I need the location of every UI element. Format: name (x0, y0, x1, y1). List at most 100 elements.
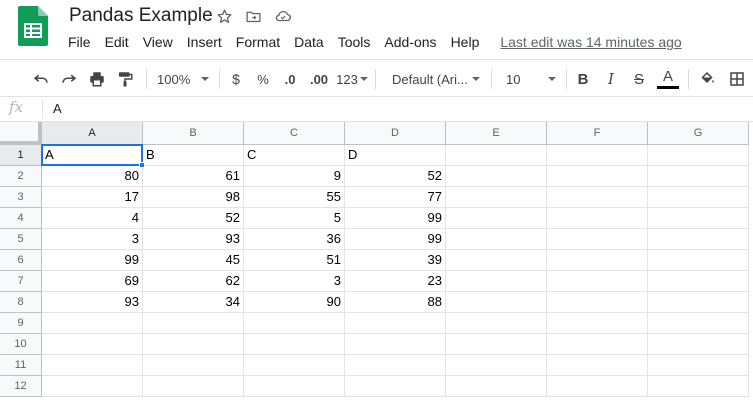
cell-d3[interactable]: 77 (345, 187, 446, 208)
decrease-decimal-button[interactable]: .0 (279, 60, 301, 98)
cell-g2[interactable] (648, 166, 749, 187)
cell-f10[interactable] (547, 334, 648, 355)
cell-b9[interactable] (143, 313, 244, 334)
move-folder-icon[interactable] (244, 7, 262, 25)
cell-e12[interactable] (446, 376, 547, 397)
cell-d8[interactable]: 88 (345, 292, 446, 313)
cell-c11[interactable] (244, 355, 345, 376)
cell-f2[interactable] (547, 166, 648, 187)
cell-e9[interactable] (446, 313, 547, 334)
row-header-3[interactable]: 3 (0, 187, 42, 208)
menu-file[interactable]: File (61, 31, 98, 53)
star-icon[interactable] (215, 7, 233, 25)
row-header-12[interactable]: 12 (0, 376, 42, 397)
menu-format[interactable]: Format (229, 31, 287, 53)
cell-f7[interactable] (547, 271, 648, 292)
cell-g12[interactable] (648, 376, 749, 397)
cell-c3[interactable]: 55 (244, 187, 345, 208)
cell-f9[interactable] (547, 313, 648, 334)
cell-g5[interactable] (648, 229, 749, 250)
row-header-6[interactable]: 6 (0, 250, 42, 271)
menu-data[interactable]: Data (287, 31, 331, 53)
document-title[interactable]: Pandas Example (69, 4, 213, 28)
cell-e1[interactable] (446, 145, 547, 166)
cell-a2[interactable]: 80 (42, 166, 143, 187)
cell-b1[interactable]: B (143, 145, 244, 166)
cell-d11[interactable] (345, 355, 446, 376)
cell-c7[interactable]: 3 (244, 271, 345, 292)
cell-c5[interactable]: 36 (244, 229, 345, 250)
cell-a4[interactable]: 4 (42, 208, 143, 229)
cell-b8[interactable]: 34 (143, 292, 244, 313)
menu-tools[interactable]: Tools (331, 31, 378, 53)
cell-f5[interactable] (547, 229, 648, 250)
cell-b7[interactable]: 62 (143, 271, 244, 292)
cell-a9[interactable] (42, 313, 143, 334)
cell-d7[interactable]: 23 (345, 271, 446, 292)
column-header-g[interactable]: G (648, 122, 749, 145)
bold-button[interactable]: B (573, 60, 593, 98)
cell-a12[interactable] (42, 376, 143, 397)
strikethrough-button[interactable]: S (629, 60, 649, 98)
cell-f6[interactable] (547, 250, 648, 271)
column-header-f[interactable]: F (547, 122, 648, 145)
cell-a6[interactable]: 99 (42, 250, 143, 271)
cell-a8[interactable]: 93 (42, 292, 143, 313)
borders-icon[interactable] (726, 60, 748, 98)
increase-decimal-button[interactable]: .00 (306, 60, 332, 98)
menu-edit[interactable]: Edit (98, 31, 136, 53)
cell-c10[interactable] (244, 334, 345, 355)
cell-c4[interactable]: 5 (244, 208, 345, 229)
cell-b12[interactable] (143, 376, 244, 397)
cell-f11[interactable] (547, 355, 648, 376)
cell-a11[interactable] (42, 355, 143, 376)
currency-format-button[interactable]: $ (226, 60, 246, 98)
cell-b5[interactable]: 93 (143, 229, 244, 250)
cell-g6[interactable] (648, 250, 749, 271)
cell-a7[interactable]: 69 (42, 271, 143, 292)
menu-help[interactable]: Help (444, 31, 487, 53)
cell-c9[interactable] (244, 313, 345, 334)
cell-d5[interactable]: 99 (345, 229, 446, 250)
row-header-2[interactable]: 2 (0, 166, 42, 187)
cell-f1[interactable] (547, 145, 648, 166)
cell-d12[interactable] (345, 376, 446, 397)
more-formats-select[interactable]: 123 (336, 60, 368, 98)
font-family-select[interactable]: Default (Ari... (388, 60, 484, 98)
cell-e11[interactable] (446, 355, 547, 376)
cell-d10[interactable] (345, 334, 446, 355)
cell-g8[interactable] (648, 292, 749, 313)
italic-button[interactable]: I (601, 60, 621, 98)
cell-e7[interactable] (446, 271, 547, 292)
zoom-select[interactable]: 100% (153, 60, 213, 98)
cell-e5[interactable] (446, 229, 547, 250)
cell-g10[interactable] (648, 334, 749, 355)
cell-g11[interactable] (648, 355, 749, 376)
cell-a10[interactable] (42, 334, 143, 355)
cell-c8[interactable]: 90 (244, 292, 345, 313)
cell-b6[interactable]: 45 (143, 250, 244, 271)
row-header-8[interactable]: 8 (0, 292, 42, 313)
row-header-11[interactable]: 11 (0, 355, 42, 376)
cell-d4[interactable]: 99 (345, 208, 446, 229)
cell-d9[interactable] (345, 313, 446, 334)
text-color-button[interactable]: A (656, 60, 680, 98)
cell-b10[interactable] (143, 334, 244, 355)
cell-d1[interactable]: D (345, 145, 446, 166)
cell-c12[interactable] (244, 376, 345, 397)
cell-c2[interactable]: 9 (244, 166, 345, 187)
cell-d6[interactable]: 39 (345, 250, 446, 271)
row-header-1[interactable]: 1 (0, 145, 42, 166)
cell-e8[interactable] (446, 292, 547, 313)
cell-f12[interactable] (547, 376, 648, 397)
column-header-b[interactable]: B (143, 122, 244, 145)
menu-add-ons[interactable]: Add-ons (377, 31, 443, 53)
fill-color-icon[interactable] (696, 60, 718, 98)
row-header-9[interactable]: 9 (0, 313, 42, 334)
cell-a3[interactable]: 17 (42, 187, 143, 208)
cell-c6[interactable]: 51 (244, 250, 345, 271)
cell-b4[interactable]: 52 (143, 208, 244, 229)
print-icon[interactable] (86, 60, 108, 98)
cell-b3[interactable]: 98 (143, 187, 244, 208)
cell-a1[interactable]: A (42, 145, 143, 166)
